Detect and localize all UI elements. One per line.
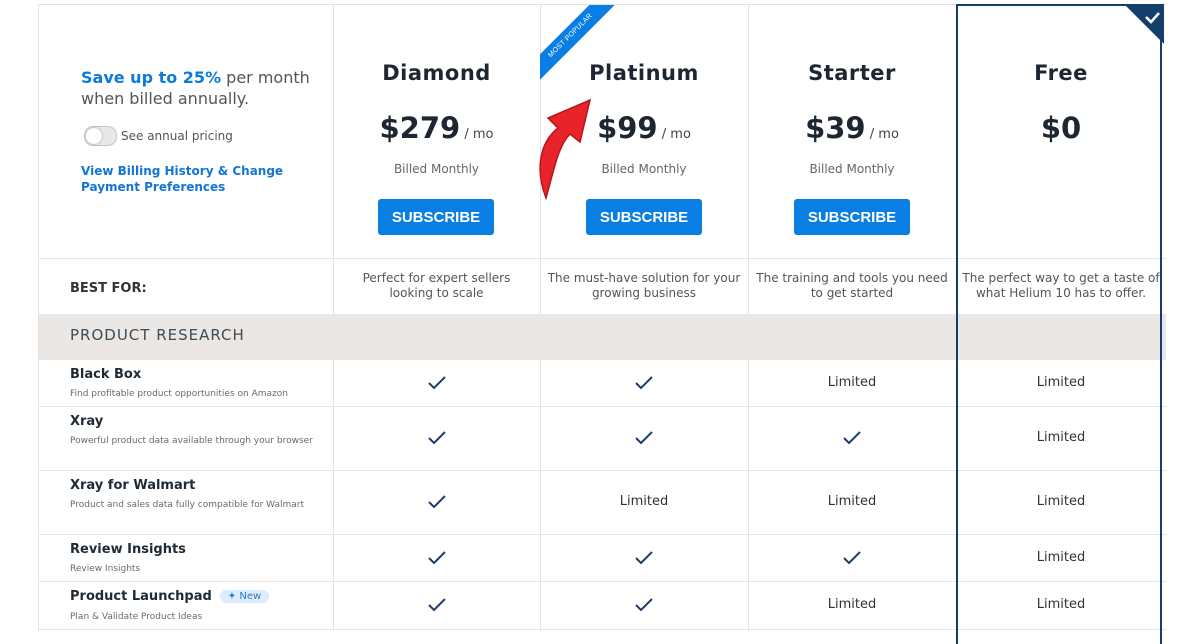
- plan-name: Diamond: [382, 61, 491, 85]
- new-badge: ✦ New: [219, 590, 270, 603]
- feature-name: Review Insights: [70, 542, 186, 557]
- check-icon: [635, 551, 653, 565]
- plan-header-starter: Starter $39 / mo Billed Monthly SUBSCRIB…: [748, 5, 956, 258]
- feature-description: Product and sales data fully compatible …: [70, 500, 304, 510]
- best-for-diamond: Perfect for expert sellers looking to sc…: [362, 271, 511, 300]
- plan-name: Starter: [808, 61, 896, 85]
- plan-header-diamond: Diamond $279 / mo Billed Monthly SUBSCRI…: [333, 5, 540, 258]
- check-icon: [843, 431, 861, 445]
- plan-price: $39 / mo: [805, 111, 899, 145]
- check-icon: [427, 431, 446, 445]
- feature-name: Product Launchpad ✦ New: [70, 589, 270, 604]
- limited-value: Limited: [827, 375, 877, 390]
- check-icon: [427, 495, 446, 509]
- selected-check-icon: [1124, 4, 1164, 44]
- check-icon: [843, 551, 861, 565]
- plan-name: Platinum: [589, 61, 699, 85]
- pricing-table-page: Save up to 25% per month when billed ann…: [0, 0, 1200, 644]
- feature-description: Powerful product data available through …: [70, 436, 313, 446]
- check-icon: [635, 598, 653, 612]
- limited-value: Limited: [827, 597, 877, 612]
- feature-name: Xray: [70, 414, 104, 429]
- subscribe-diamond-button[interactable]: SUBSCRIBE: [378, 199, 494, 235]
- check-icon: [427, 598, 446, 612]
- annual-savings-text: Save up to 25% per month when billed ann…: [81, 68, 310, 108]
- feature-description: Review Insights: [70, 564, 141, 574]
- limited-value: Limited: [619, 494, 669, 509]
- best-for-platinum: The must-have solution for your growing …: [547, 271, 741, 300]
- billing-period: Billed Monthly: [809, 162, 895, 176]
- check-icon: [635, 376, 653, 390]
- billing-period: Billed Monthly: [393, 162, 480, 176]
- free-plan-highlight-border: [956, 4, 1162, 644]
- limited-value: Limited: [827, 494, 877, 509]
- feature-description: Plan & Validate Product Ideas: [70, 612, 203, 622]
- feature-description: Find profitable product opportunities on…: [70, 389, 288, 399]
- billing-history-link[interactable]: View Billing History & Change Payment Pr…: [81, 163, 311, 195]
- annual-pricing-toggle[interactable]: [84, 126, 117, 146]
- section-title: PRODUCT RESEARCH: [70, 326, 245, 344]
- best-for-starter: The training and tools you need to get s…: [756, 271, 948, 300]
- subscribe-starter-button[interactable]: SUBSCRIBE: [794, 199, 910, 235]
- plan-price: $279 / mo: [379, 111, 494, 145]
- subscribe-platinum-button[interactable]: SUBSCRIBE: [586, 199, 702, 235]
- check-icon: [427, 376, 446, 390]
- feature-name: Xray for Walmart: [70, 478, 196, 493]
- check-icon: [635, 431, 653, 445]
- best-for-label: BEST FOR:: [70, 281, 147, 296]
- annual-pricing-label: See annual pricing: [121, 129, 233, 143]
- check-icon: [427, 551, 446, 565]
- red-arrow-icon: [539, 98, 592, 201]
- feature-name: Black Box: [70, 367, 142, 382]
